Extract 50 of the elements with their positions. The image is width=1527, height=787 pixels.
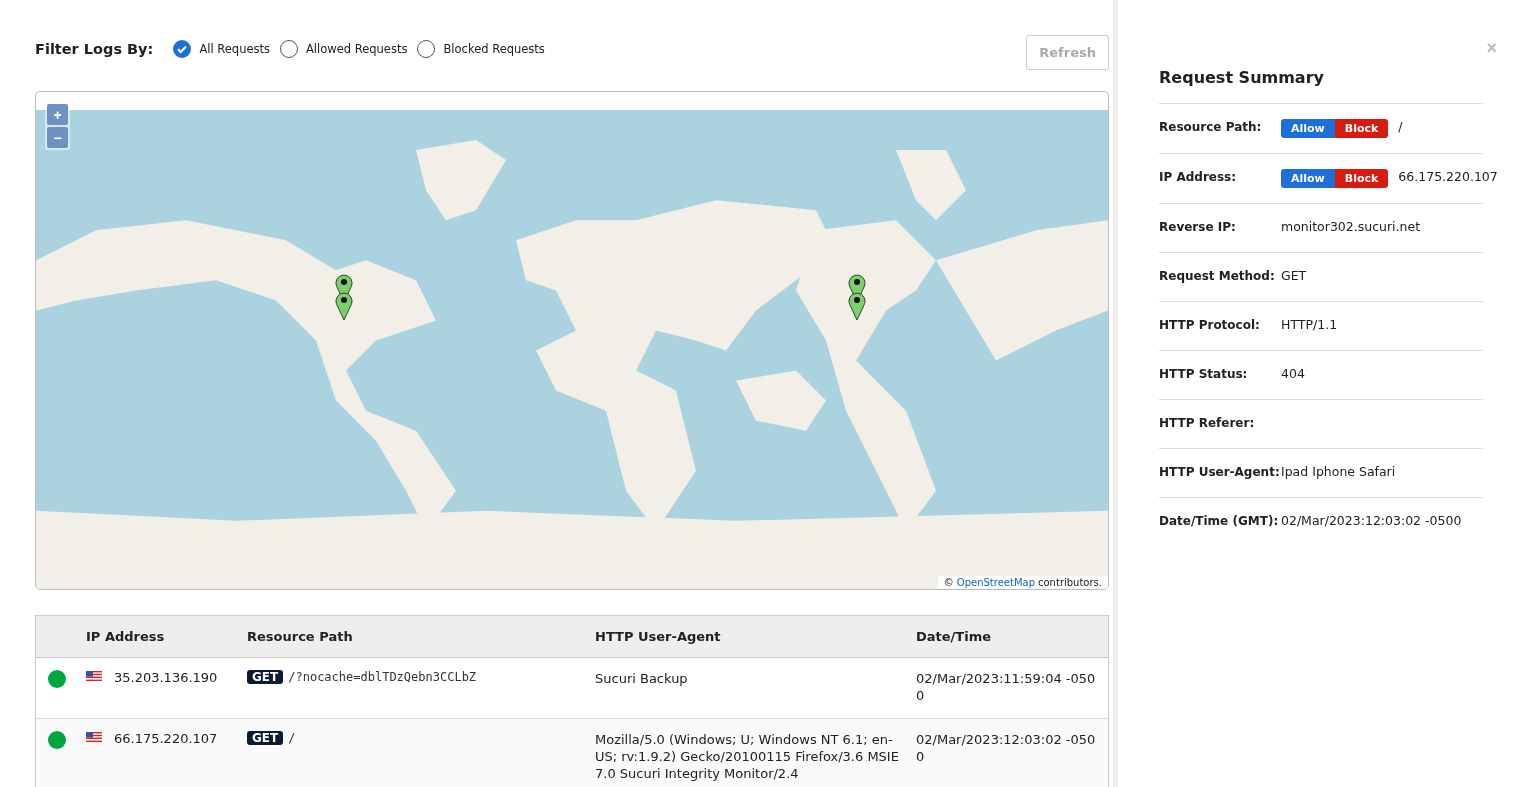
date-time: 02/Mar/2023:11:59:04 -0500 — [916, 670, 1097, 704]
user-agent: Mozilla/5.0 (Windows; U; Windows NT 6.1; en-US; rv:1.9.2) Gecko/20100115 Firefox/3.6 MSIE 7.0 Sucuri Integrity Monitor/2.4 — [595, 731, 900, 782]
method-badge: GET — [247, 731, 284, 745]
block-button[interactable]: Block — [1334, 119, 1389, 138]
checkmark-icon — [173, 40, 192, 58]
date-time: 02/Mar/2023:12:03:02 -0500 — [916, 731, 1097, 766]
field-label: HTTP Protocol: — [1159, 317, 1261, 334]
field-value: / — [1398, 119, 1403, 134]
zoom-out-button[interactable]: − — [47, 127, 68, 148]
filter-radio[interactable]: Allowed Requests — [280, 40, 408, 58]
flag-icon — [86, 671, 102, 681]
copyright-text: © — [943, 577, 954, 588]
method-badge: GET — [247, 670, 284, 684]
resource-path: /?nocache=dblTDzQebn3CCLbZ — [288, 670, 477, 684]
column-header: IP Address — [86, 629, 166, 644]
filter-radio[interactable]: All Requests — [173, 40, 270, 58]
column-header: Date/Time — [916, 629, 993, 644]
map-pins-icon[interactable] — [335, 272, 354, 321]
openstreetmap-link[interactable]: OpenStreetMap — [956, 577, 1035, 588]
field-value: HTTP/1.1 — [1281, 317, 1338, 332]
field-value: monitor302.sucuri.net — [1281, 219, 1421, 234]
user-agent: Sucuri Backup — [595, 670, 689, 688]
field-label: IP Address: — [1159, 169, 1238, 186]
column-header: Resource Path — [247, 629, 354, 644]
ip-address: 35.203.136.190 — [114, 670, 218, 685]
panel-title: Request Summary — [1159, 68, 1325, 87]
field-value: Ipad Iphone Safari — [1281, 464, 1396, 479]
ip-address: 66.175.220.107 — [114, 731, 218, 746]
allow-button[interactable]: Allow — [1281, 119, 1335, 138]
field-label: Resource Path: — [1159, 119, 1263, 136]
field-value: GET — [1281, 268, 1307, 283]
map-pins-icon[interactable] — [847, 272, 866, 321]
field-label: Reverse IP: — [1159, 219, 1237, 236]
field-label: Request Method: — [1159, 268, 1276, 285]
field-value: 404 — [1281, 366, 1305, 381]
field-label: HTTP User-Agent: — [1159, 464, 1281, 481]
zoom-in-button[interactable]: + — [47, 104, 68, 125]
field-label: Date/Time (GMT): — [1159, 513, 1280, 530]
filter-label: Filter Logs By: — [35, 41, 154, 57]
flag-icon — [86, 732, 102, 742]
attribution-text: contributors. — [1038, 577, 1102, 588]
field-value: 66.175.220.107 — [1398, 169, 1498, 184]
resource-path: / — [288, 731, 296, 745]
block-button[interactable]: Block — [1334, 169, 1389, 188]
field-value: 02/Mar/2023:12:03:02 -0500 — [1281, 513, 1462, 528]
field-label: HTTP Status: — [1159, 366, 1249, 383]
allow-button[interactable]: Allow — [1281, 169, 1335, 188]
filter-radio[interactable]: Blocked Requests — [417, 40, 545, 58]
column-header: HTTP User-Agent — [595, 629, 722, 644]
field-label: HTTP Referer: — [1159, 415, 1256, 432]
